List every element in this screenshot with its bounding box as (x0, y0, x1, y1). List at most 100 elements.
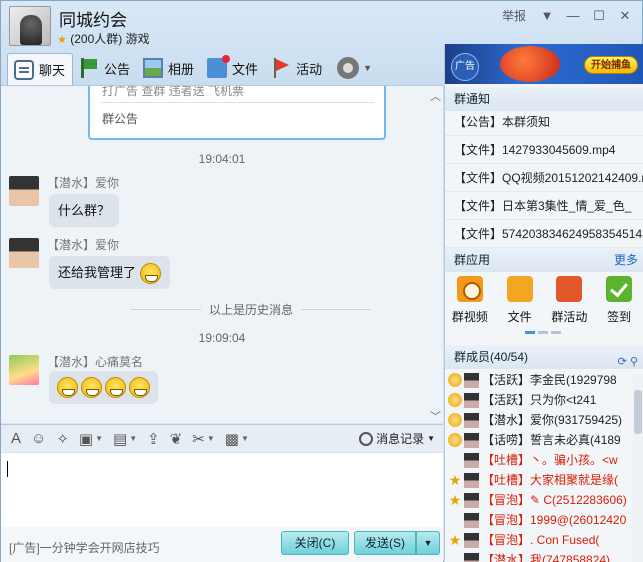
upload-icon[interactable]: ⇪ (147, 430, 160, 448)
notice-item[interactable]: 【文件】1427933045609.mp4 (445, 136, 643, 164)
chevron-down-icon[interactable]: ▼ (95, 434, 103, 443)
tab-files[interactable]: 文件 (201, 53, 265, 83)
expand-down-icon[interactable]: ﹀ (430, 408, 441, 423)
avatar[interactable] (9, 176, 39, 206)
member-avatar (464, 432, 479, 448)
notice-item[interactable]: 【文件】日本第3集性_情_爱_色_ (445, 192, 643, 220)
member-name: 【话唠】誓言未必真(4189 (482, 433, 621, 447)
title-controls: 举报 ▼ — ☐ ✕ (496, 7, 636, 27)
sender-name[interactable]: 【潜水】爱你 (47, 236, 119, 253)
shake-icon[interactable]: ❦ (170, 430, 183, 448)
member-row[interactable]: 【活跃】李金民(1929798 (445, 370, 633, 390)
magic-icon[interactable]: ✧ (56, 430, 69, 448)
timestamp: 19:09:04 (198, 331, 246, 345)
member-row[interactable]: 【冒泡】1999@(26012420 (445, 510, 633, 530)
gift-icon[interactable]: ▣ (79, 430, 93, 448)
member-avatar (464, 412, 479, 428)
send-button[interactable]: 发送(S) (354, 531, 416, 555)
admin-badge-icon (448, 393, 462, 407)
member-row[interactable]: 【话唠】誓言未必真(4189 (445, 430, 633, 450)
more-tools-icon[interactable]: ▩ (225, 430, 239, 448)
sender-name[interactable]: 【潜水】心痛莫名 (47, 353, 143, 370)
tab-activity[interactable]: 活动 (265, 53, 329, 83)
member-name: 【潜水】爱你(931759425) (482, 413, 623, 427)
member-row[interactable]: 【潜水】爱你(931759425) (445, 410, 633, 430)
flag-icon (79, 58, 99, 78)
screenshot-icon[interactable]: ✂ (192, 430, 205, 448)
app-group-activity[interactable]: 群活动 (545, 272, 595, 332)
refresh-icon[interactable]: ⟳ (618, 356, 627, 368)
timestamp: 19:04:01 (198, 152, 246, 166)
chevron-down-icon[interactable]: ▼ (129, 434, 137, 443)
font-icon[interactable]: A (11, 430, 21, 447)
clock-icon (359, 431, 374, 446)
member-avatar (464, 512, 479, 528)
scared-emoji-icon (57, 377, 78, 398)
member-row[interactable]: 【活跃】只为你<t241 (445, 390, 633, 410)
message-input[interactable] (1, 453, 443, 527)
message-record-button[interactable]: 消息记录 ▼ (359, 430, 435, 447)
member-row[interactable]: ★ 【冒泡】✎ C(2512283606) (445, 490, 633, 510)
member-row[interactable]: ★ 【冒泡】. Con Fused( (445, 530, 633, 550)
chat-icon (14, 59, 34, 80)
member-avatar (464, 392, 479, 408)
tab-album[interactable]: 相册 (137, 53, 201, 83)
avatar[interactable] (9, 238, 39, 268)
member-avatar (464, 452, 479, 468)
bottom-bar: [广告]一分钟学会开网店技巧 关闭(C) 发送(S) ▼ (1, 527, 443, 562)
message-bubble: 什么群？ (49, 194, 120, 227)
member-row[interactable]: 【吐槽】丶。骗小孩。<w (445, 450, 633, 470)
app-label: 签到 (607, 310, 632, 324)
group-avatar[interactable] (9, 6, 51, 46)
notice-item[interactable]: 【文件】QQ视频20151202142409.mp4 (445, 164, 643, 192)
member-row[interactable]: 【潜水】我(747858824) (445, 550, 633, 562)
notice-item[interactable]: 【公告】本群须知 (445, 108, 643, 136)
app-label: 群视频 (451, 310, 488, 324)
tab-chat[interactable]: 聊天 (7, 53, 74, 85)
member-row[interactable]: ★ 【吐槽】大家相聚就是缘( (445, 470, 633, 490)
dropdown-icon[interactable]: ▼ (536, 7, 558, 27)
notice-item[interactable]: 【文件】5742038346249583545143 (445, 220, 643, 248)
more-apps-link[interactable]: 更多 (614, 248, 638, 272)
send-options-button[interactable]: ▼ (416, 531, 440, 555)
chevron-down-icon[interactable]: ▼ (207, 434, 215, 443)
folder-icon (207, 55, 231, 78)
avatar[interactable] (9, 355, 39, 385)
ad-banner[interactable]: 广告 开始捕鱼 (445, 44, 643, 84)
scrollbar-thumb[interactable] (634, 390, 642, 434)
sender-name[interactable]: 【潜水】爱你 (47, 174, 119, 191)
close-icon[interactable]: ✕ (614, 7, 636, 27)
history-divider: 以上是历史消息 (131, 301, 372, 318)
ad-link[interactable]: [广告]一分钟学会开网店技巧 (9, 539, 160, 556)
image-icon[interactable]: ▤ (113, 430, 127, 448)
member-count: (200人群) (70, 32, 123, 46)
maximize-icon[interactable]: ☐ (588, 7, 610, 27)
emoji-icon[interactable]: ☺ (31, 430, 46, 447)
tab-files-label: 文件 (232, 61, 259, 77)
member-name: 【活跃】只为你<t241 (482, 393, 597, 407)
apps-section-header: 群应用 更多 (445, 248, 643, 272)
tab-notice[interactable]: 公告 (73, 53, 137, 83)
report-button[interactable]: 举报 (496, 7, 532, 27)
gear-icon[interactable] (337, 57, 360, 79)
history-label: 以上是历史消息 (209, 303, 294, 317)
chevron-down-icon[interactable]: ▼ (241, 434, 249, 443)
member-scrollbar[interactable] (633, 374, 643, 562)
ad-start-button[interactable]: 开始捕鱼 (584, 56, 638, 74)
member-avatar (464, 532, 479, 548)
app-files[interactable]: 文件 (495, 272, 545, 332)
collapse-up-icon[interactable]: ︿ (430, 88, 441, 104)
group-notice-card[interactable]: 打广告 查群 违者送 飞机票 群公告 (88, 86, 386, 140)
chevron-down-icon[interactable]: ▼ (363, 63, 372, 73)
app-group-video[interactable]: 群视频 (445, 272, 495, 332)
chat-history[interactable]: 打广告 查群 违者送 飞机票 群公告 ︿ 19:04:01 【潜水】爱你 什么群… (1, 85, 443, 423)
search-icon[interactable]: ⚲ (630, 356, 638, 368)
admin-badge-icon (448, 413, 462, 427)
minimize-icon[interactable]: — (562, 7, 584, 27)
group-category[interactable]: 游戏 (126, 32, 150, 46)
member-name: 【冒泡】✎ C(2512283606) (482, 493, 627, 507)
app-checkin[interactable]: 签到 (594, 272, 643, 332)
close-button[interactable]: 关闭(C) (281, 531, 349, 555)
tab-album-label: 相册 (168, 61, 195, 77)
apps-header-label: 群应用 (454, 253, 491, 267)
